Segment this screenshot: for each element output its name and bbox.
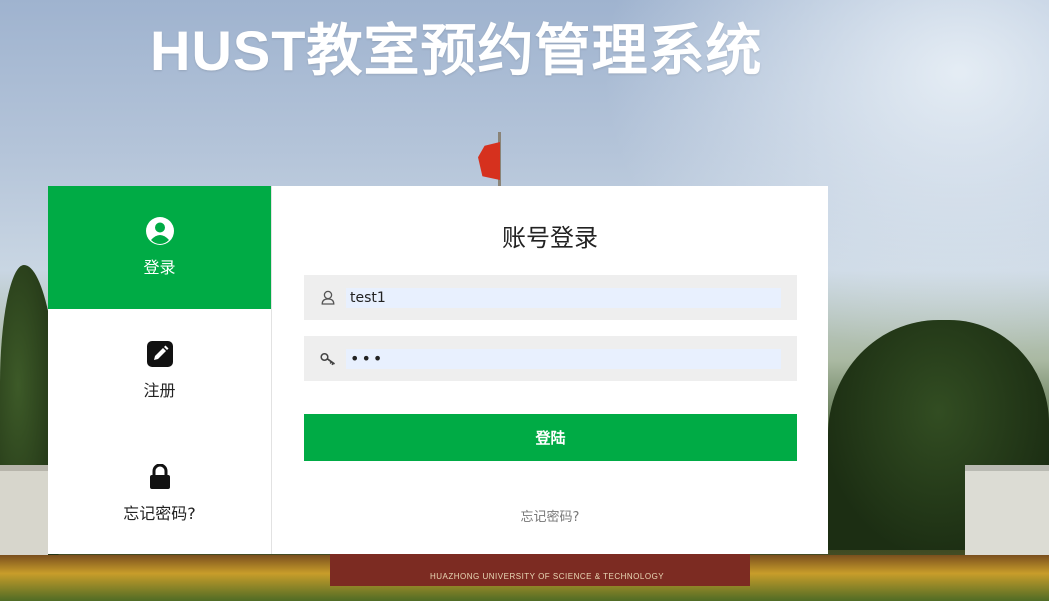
side-nav: 登录 注册 忘记密码? [48,186,272,554]
user-icon [320,290,336,306]
login-button[interactable]: 登陆 [304,414,797,461]
login-form-title: 账号登录 [502,224,598,252]
forgot-password-link[interactable]: 忘记密码? [272,506,828,525]
pencil-icon [145,339,175,369]
side-nav-item-forgot[interactable]: 忘记密码? [48,431,271,554]
username-field [304,275,797,320]
side-nav-item-login[interactable]: 登录 [48,186,271,309]
background-gate-left [0,465,48,555]
side-nav-label-login: 登录 [143,258,176,278]
background-stone-caption: HUAZHONG UNIVERSITY OF SCIENCE & TECHNOL… [430,572,665,581]
site-title: HUST教室预约管理系统 [150,19,763,82]
user-circle-icon [145,216,175,246]
lock-icon [145,462,175,492]
side-nav-label-forgot: 忘记密码? [123,503,196,523]
side-nav-label-register: 注册 [143,381,176,400]
login-panel: 登录 注册 忘记密码? 账号登录 test1 ••• 登陆 忘记密码? [48,186,828,554]
username-input[interactable] [346,287,781,308]
password-input[interactable] [346,348,781,369]
login-form: 账号登录 登陆 忘记密码? [272,186,828,554]
side-nav-item-register[interactable]: 注册 [48,309,271,432]
password-field [304,336,797,381]
background-flag [478,142,500,180]
key-icon [320,351,336,367]
background-gate-right [965,465,1049,565]
